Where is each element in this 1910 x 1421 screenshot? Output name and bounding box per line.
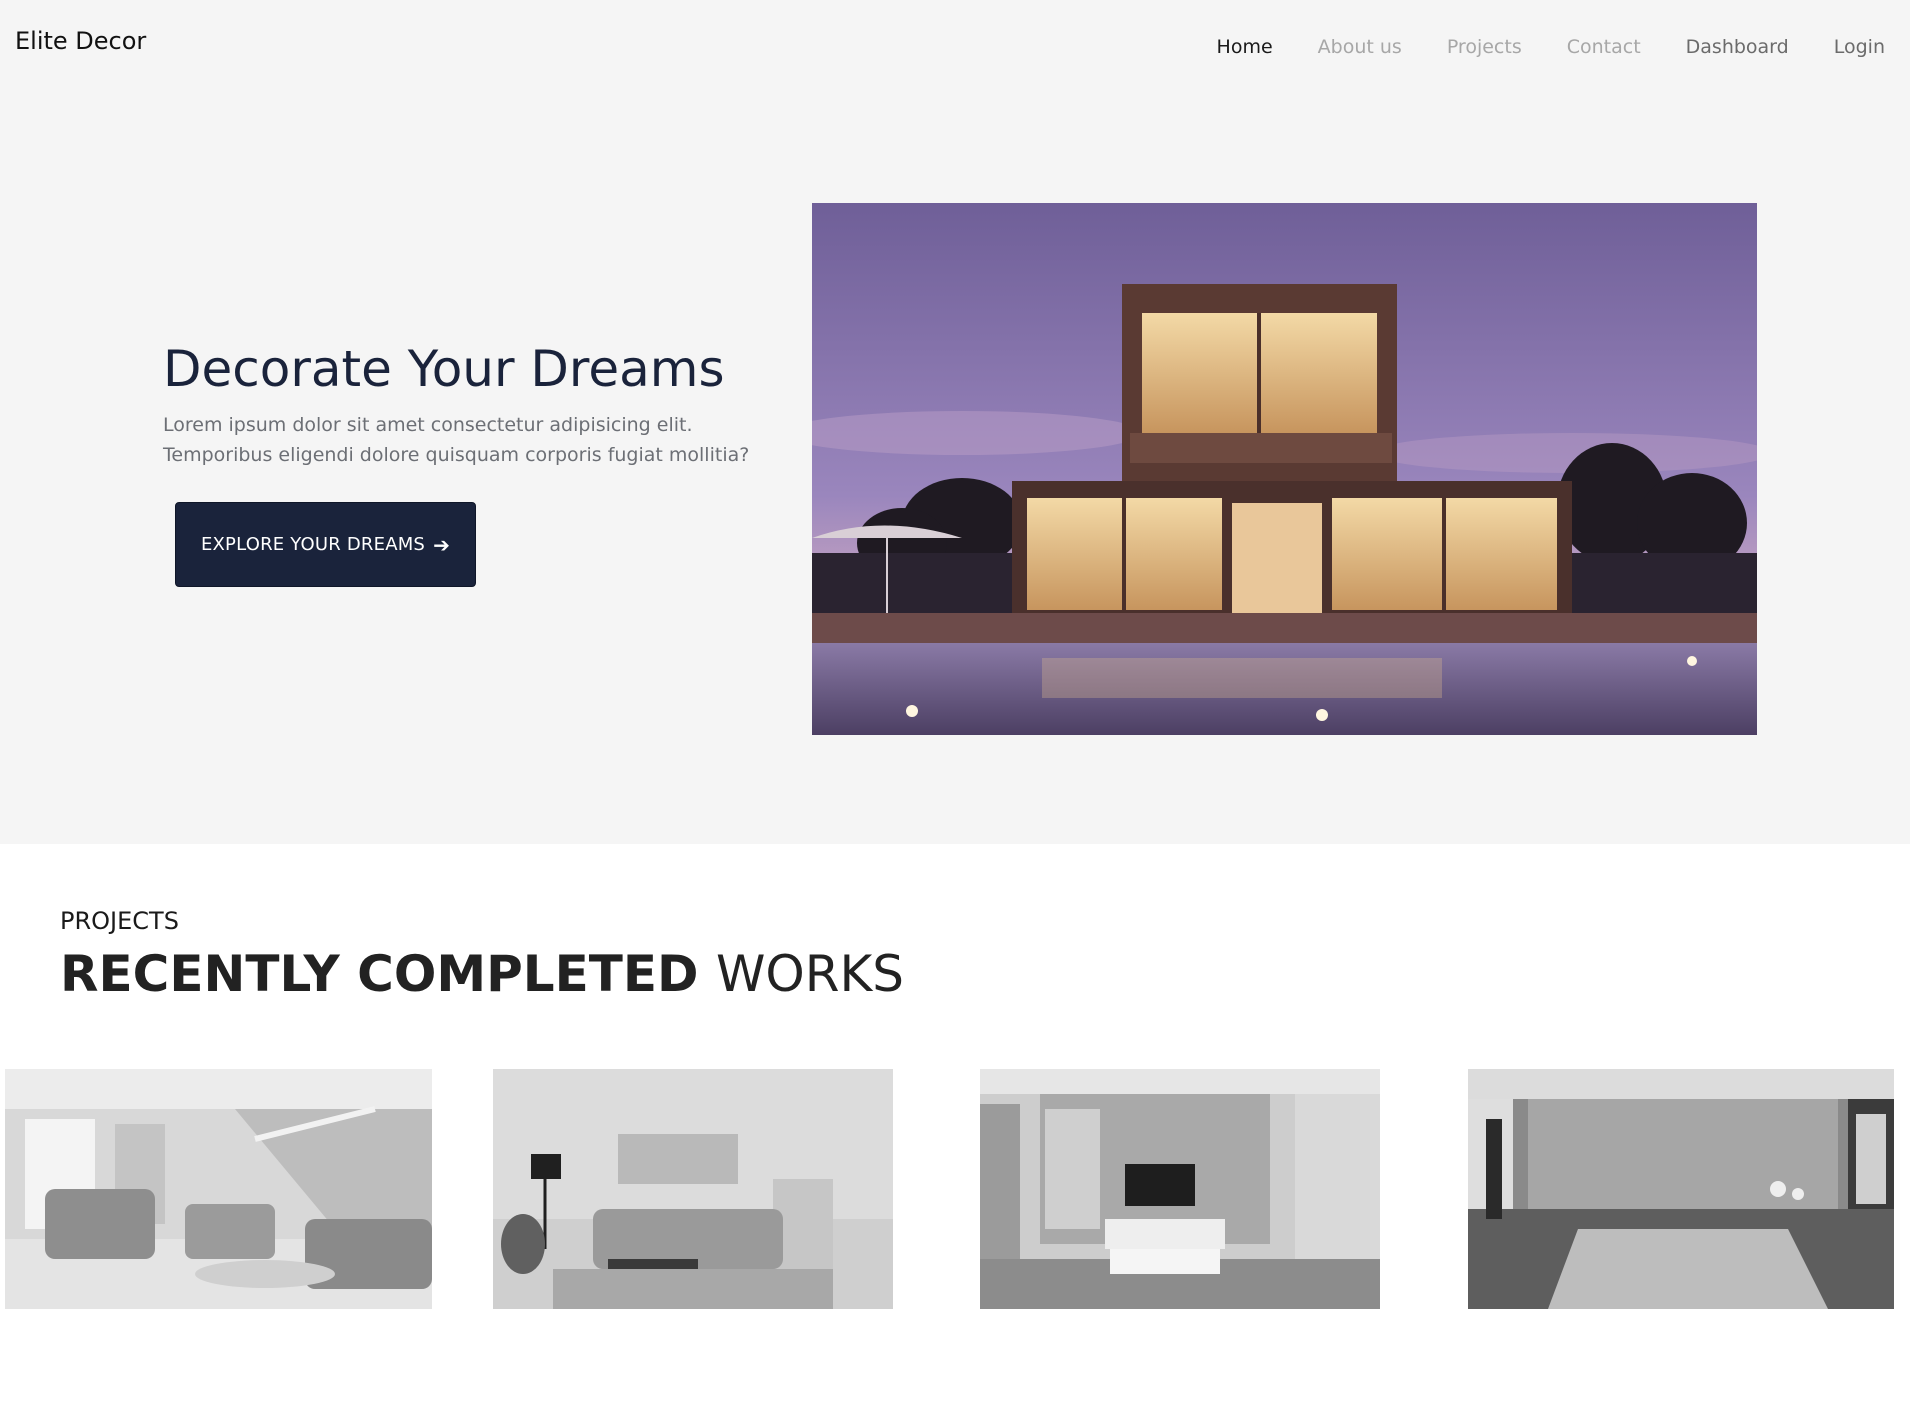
project-card-2[interactable] <box>493 1069 893 1309</box>
main-nav: Home About us Projects Contact Dashboard… <box>1217 36 1885 58</box>
nav-home[interactable]: Home <box>1217 36 1273 58</box>
projects-heading-light: WORKS <box>715 945 905 1003</box>
projects-heading: RECENTLY COMPLETED WORKS <box>60 945 904 1003</box>
living-room-staircase-image <box>5 1069 432 1309</box>
modern-house-illustration <box>812 203 1757 735</box>
projects-heading-strong: RECENTLY COMPLETED <box>60 945 699 1003</box>
hero-description: Lorem ipsum dolor sit amet consectetur a… <box>163 414 750 466</box>
brand-logo[interactable]: Elite Decor <box>15 27 146 55</box>
arrow-right-icon: ➔ <box>433 532 451 557</box>
project-card-3[interactable] <box>980 1069 1380 1309</box>
projects-label: PROJECTS <box>60 907 179 935</box>
nav-about-us[interactable]: About us <box>1318 36 1402 58</box>
living-room-sofa-image <box>493 1069 893 1309</box>
nav-projects[interactable]: Projects <box>1447 36 1522 58</box>
project-card-4[interactable] <box>1468 1069 1894 1309</box>
hero-section: Elite Decor Home About us Projects Conta… <box>0 0 1910 844</box>
bedroom-image <box>1468 1069 1894 1309</box>
page: Elite Decor Home About us Projects Conta… <box>0 0 1910 1421</box>
tv-room-image <box>980 1069 1380 1309</box>
nav-contact[interactable]: Contact <box>1567 36 1641 58</box>
explore-dreams-button[interactable]: EXPLORE YOUR DREAMS ➔ <box>175 502 476 587</box>
hero-title: Decorate Your Dreams <box>163 340 725 398</box>
nav-login[interactable]: Login <box>1834 36 1885 58</box>
project-card-1[interactable] <box>5 1069 432 1309</box>
nav-dashboard[interactable]: Dashboard <box>1686 36 1789 58</box>
hero-image <box>812 203 1757 735</box>
explore-button-label: EXPLORE YOUR DREAMS <box>200 534 426 555</box>
